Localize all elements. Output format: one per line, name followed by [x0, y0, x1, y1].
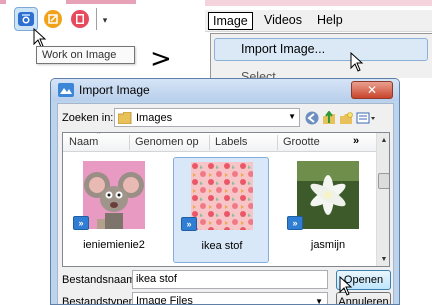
open-button[interactable]: Openen [336, 270, 391, 290]
chevron-down-icon: ▼ [315, 297, 323, 305]
back-arrow-icon [305, 111, 319, 124]
film-button[interactable] [68, 7, 92, 31]
column-divider[interactable] [277, 135, 278, 150]
cancel-button[interactable]: Annuleren [336, 292, 391, 304]
dialog-title-bar[interactable]: Import Image ✕ [51, 79, 399, 101]
dialog-title: Import Image [79, 83, 150, 97]
edit-icon [44, 10, 62, 28]
pink-border-strip [0, 0, 6, 4]
scroll-down-icon[interactable]: ▼ [377, 252, 389, 266]
file-item-ieniemienie2[interactable]: » ieniemienie2 [66, 157, 162, 263]
column-header-size[interactable]: Grootte [283, 136, 320, 148]
menu-help[interactable]: Help [313, 12, 347, 30]
pink-border-strip [205, 0, 432, 6]
close-button[interactable]: ✕ [351, 81, 393, 99]
toolbar-dropdown[interactable]: ▾ [100, 8, 110, 30]
new-folder-button[interactable] [339, 111, 353, 125]
scrollbar-thumb[interactable] [378, 173, 389, 189]
file-name: ieniemienie2 [83, 239, 145, 251]
look-in-value: Images [136, 111, 173, 124]
camera-icon [18, 12, 34, 26]
import-image-dialog: Import Image ✕ Zoeken in: Images ▼ ^ Naa… [50, 78, 400, 305]
column-headers: ^ Naam Genomen op Labels Grootte » [63, 133, 376, 152]
file-list-view: ^ Naam Genomen op Labels Grootte » » ien… [62, 132, 390, 267]
close-icon: ✕ [366, 83, 378, 97]
column-header-date-taken[interactable]: Genomen op [135, 136, 199, 148]
film-icon [71, 10, 89, 28]
filetype-label: Bestandstypen: [62, 296, 138, 305]
open-badge-icon: » [181, 217, 197, 231]
filetype-dropdown[interactable]: Image Files ▼ [132, 292, 328, 305]
menu-image[interactable]: Image [208, 12, 253, 30]
look-in-dropdown[interactable]: Images ▼ [114, 108, 300, 127]
toolbar-separator [96, 8, 97, 30]
new-folder-icon [340, 111, 353, 124]
column-divider[interactable] [129, 135, 130, 150]
back-button[interactable] [305, 111, 319, 125]
step-arrow: > [150, 44, 172, 74]
filename-input[interactable]: ikea stof [132, 270, 328, 289]
menu-bar: Image Videos Help [205, 10, 432, 32]
up-folder-icon [323, 110, 335, 124]
look-in-label: Zoeken in: [62, 112, 114, 124]
column-divider[interactable] [209, 135, 210, 150]
image-menu-dropdown: Import Image... Select... [210, 33, 432, 78]
folder-icon [118, 111, 132, 124]
column-header-labels[interactable]: Labels [215, 136, 247, 148]
app-logo-icon [58, 83, 74, 97]
image-thumbnail [297, 161, 359, 229]
toolbar: ▾ [14, 6, 110, 32]
scroll-up-icon[interactable]: ▲ [377, 133, 389, 147]
navigation-toolbar [305, 108, 379, 127]
filetype-value: Image Files [136, 295, 193, 305]
file-item-ikea-stof[interactable]: » ikea stof [173, 157, 269, 263]
up-folder-button[interactable] [322, 110, 336, 125]
view-menu-button[interactable] [356, 111, 376, 125]
open-badge-icon: » [287, 216, 303, 230]
image-thumbnail [191, 162, 253, 230]
file-name: jasmijn [310, 239, 346, 251]
filename-label: Bestandsnaam: [62, 274, 139, 286]
menu-videos[interactable]: Videos [260, 12, 306, 30]
menu-panel: Image Videos Help Import Image... Select… [205, 0, 432, 78]
dialog-body: Zoeken in: Images ▼ ^ Naam Genomen op La… [57, 103, 394, 305]
camera-button[interactable] [14, 7, 38, 31]
toolbar-panel: ▾ Work on Image [0, 0, 140, 72]
more-columns-button[interactable]: » [353, 135, 359, 147]
pink-border-strip [66, 0, 136, 4]
file-item-jasmijn[interactable]: » jasmijn [280, 157, 376, 263]
file-name: ikea stof [201, 240, 243, 252]
tooltip: Work on Image [36, 46, 135, 64]
column-header-name[interactable]: Naam [69, 136, 98, 148]
menu-item-next[interactable]: Select... [241, 70, 286, 78]
view-menu-icon [356, 112, 375, 123]
image-thumbnail [83, 161, 145, 229]
vertical-scrollbar[interactable]: ▲ ▼ [376, 133, 389, 266]
menu-item-import-image[interactable]: Import Image... [241, 42, 325, 56]
edit-button[interactable] [41, 7, 65, 31]
open-badge-icon: » [73, 216, 89, 230]
chevron-down-icon: ▼ [288, 112, 296, 121]
